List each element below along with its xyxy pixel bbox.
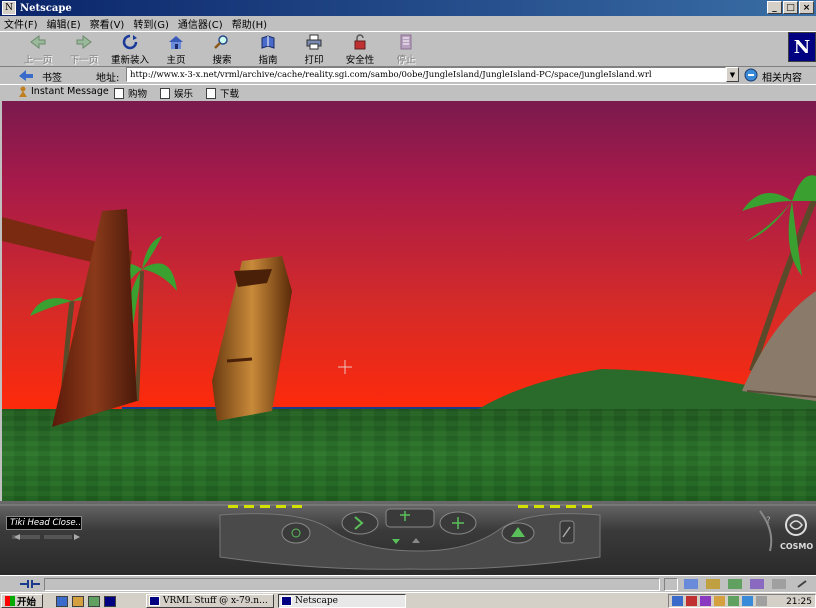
guide-button[interactable]: 指南: [246, 34, 290, 66]
reload-button[interactable]: 重新装入: [108, 34, 152, 66]
netscape-logo: N: [788, 32, 816, 62]
task-vrml-stuff[interactable]: VRML Stuff @ x-79.n...: [146, 594, 274, 608]
stop-icon: [400, 34, 412, 50]
related-icon[interactable]: [744, 68, 758, 82]
menu-file[interactable]: 文件(F): [4, 16, 38, 31]
url-input[interactable]: http://www.x-3-x.net/vrml/archive/cache/…: [126, 67, 726, 82]
task-netscape[interactable]: Netscape: [278, 594, 406, 608]
download-button[interactable]: 下载: [206, 86, 239, 100]
forward-button[interactable]: 下一页: [62, 34, 106, 66]
home-icon: [169, 36, 183, 49]
home-button[interactable]: 主页: [154, 34, 198, 66]
cosmo-player-dashboard: ? COSMO: [0, 501, 816, 575]
menu-view[interactable]: 察看(V): [90, 16, 125, 31]
netscape-quicklaunch-icon[interactable]: [104, 596, 116, 607]
page-icon: [160, 87, 170, 99]
printer-icon: [306, 34, 322, 50]
pan-button[interactable]: [385, 508, 435, 528]
tray-icon-network[interactable]: [672, 596, 683, 606]
page-icon: [206, 87, 216, 99]
prev-viewpoint-icon[interactable]: [14, 534, 20, 540]
lock-icon: [354, 34, 366, 50]
windows-logo-icon: [5, 596, 15, 606]
tray-icon-messenger[interactable]: [742, 596, 753, 606]
navigation-toolbar: 上一页 下一页 重新装入 主页 搜索 指南 打印 安全性 停止: [0, 31, 816, 67]
forward-arrow-icon: [76, 35, 92, 49]
related-button[interactable]: 相关内容: [762, 69, 802, 84]
tray-icon-antivirus[interactable]: [686, 596, 697, 606]
back-arrow-icon: [30, 35, 46, 49]
guide-icon: [261, 35, 275, 49]
url-dropdown-button[interactable]: ▼: [726, 67, 739, 82]
jungle-island-scene: [2, 175, 816, 501]
component-bar-icons[interactable]: [682, 578, 792, 590]
vrml-viewport[interactable]: [2, 101, 816, 501]
menu-communicator[interactable]: 通信器(C): [178, 16, 223, 31]
tray-icon-input[interactable]: [728, 596, 739, 606]
progress-field: [664, 578, 678, 591]
crosshair-icon: [338, 360, 352, 374]
instant-message-button[interactable]: Instant Message: [18, 86, 109, 97]
menu-bar: 文件(F) 编辑(E) 察看(V) 转到(G) 通信器(C) 帮助(H): [0, 16, 816, 31]
seek-button[interactable]: [281, 522, 311, 544]
desktop-quicklaunch-icon[interactable]: [88, 596, 100, 607]
start-button[interactable]: 开始: [1, 594, 43, 608]
next-viewpoint-icon[interactable]: [74, 534, 80, 540]
person-icon: [19, 86, 27, 97]
close-button[interactable]: ×: [799, 1, 814, 14]
print-button[interactable]: 打印: [292, 34, 336, 66]
security-button[interactable]: 安全性: [338, 34, 382, 66]
stop-button[interactable]: 停止: [384, 34, 428, 66]
back-button[interactable]: 上一页: [16, 34, 60, 66]
menu-help[interactable]: 帮助(H): [232, 16, 267, 31]
menu-edit[interactable]: 编辑(E): [47, 16, 81, 31]
netscape-task-icon: [149, 596, 160, 606]
cosmo-brand: COSMO: [780, 542, 813, 551]
search-button[interactable]: 搜索: [200, 34, 244, 66]
walk-button[interactable]: [341, 511, 379, 535]
search-icon: [214, 35, 228, 49]
address-label: 地址:: [96, 73, 120, 84]
maximize-button[interactable]: □: [783, 1, 798, 14]
explorer-quicklaunch-icon[interactable]: [72, 596, 84, 607]
dashboard-controls: ? COSMO: [0, 504, 816, 570]
window-titlebar[interactable]: N Netscape _ □ ×: [0, 0, 816, 16]
bookmarks-button[interactable]: 书签: [42, 69, 62, 84]
cosmo-logo-icon: [785, 514, 807, 536]
entertainment-button[interactable]: 娱乐: [160, 86, 193, 100]
viewpoint-selector[interactable]: Tiki Head Close...: [6, 516, 82, 530]
thatched-hut: [742, 291, 816, 401]
security-status-icon[interactable]: [796, 578, 808, 590]
status-message-field: [44, 578, 660, 591]
menu-go[interactable]: 转到(G): [133, 16, 169, 31]
minimize-button[interactable]: _: [767, 1, 782, 14]
tray-icon-misc[interactable]: [756, 596, 767, 606]
page-icon: [114, 87, 124, 99]
netscape-icon: N: [2, 1, 16, 15]
ie-quicklaunch-icon[interactable]: [56, 596, 68, 607]
help-icon[interactable]: ?: [766, 516, 771, 526]
viewpoint-down-icon[interactable]: [392, 539, 400, 544]
tray-icon-volume[interactable]: [714, 596, 725, 606]
connection-icon: [20, 580, 40, 588]
reload-icon: [122, 34, 138, 50]
window-title: Netscape: [20, 2, 72, 14]
tray-icon-app[interactable]: [700, 596, 711, 606]
netscape-task-icon: [281, 596, 292, 606]
viewpoint-up-icon[interactable]: [412, 538, 420, 543]
bookmarks-icon[interactable]: [18, 68, 34, 82]
taskbar-clock: 21:25: [786, 597, 812, 607]
shopping-button[interactable]: 购物: [114, 86, 147, 100]
